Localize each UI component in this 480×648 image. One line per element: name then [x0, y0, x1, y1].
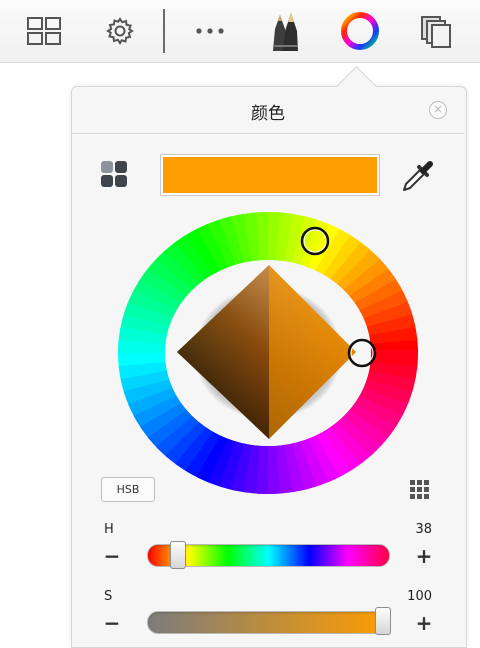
settings-button[interactable]	[98, 0, 142, 62]
hue-slider-label: H	[104, 522, 114, 537]
panel-header: 颜色 ×	[72, 87, 464, 134]
saturation-increase-button[interactable]: +	[414, 611, 434, 635]
color-button[interactable]	[336, 0, 384, 62]
eyedropper-icon	[403, 161, 433, 191]
gear-icon	[106, 17, 134, 45]
swatches-button[interactable]	[100, 160, 128, 192]
dot-grid-icon	[410, 480, 429, 499]
color-mode-button[interactable]: HSB	[101, 477, 155, 502]
current-color-fill	[163, 157, 377, 193]
saturation-slider-track[interactable]	[147, 611, 390, 634]
hue-increase-button[interactable]: +	[414, 544, 434, 568]
swatch-grid-icon	[101, 161, 127, 187]
palette-grid-button[interactable]	[409, 479, 431, 505]
top-toolbar	[0, 0, 480, 63]
more-button[interactable]	[190, 0, 230, 62]
more-icon	[196, 28, 224, 34]
saturation-decrease-button[interactable]: −	[102, 611, 122, 635]
color-wheel[interactable]	[118, 212, 419, 495]
hue-slider-value: 38	[415, 522, 432, 537]
color-wheel-icon	[341, 12, 379, 50]
layers-icon	[421, 16, 451, 48]
saturation-slider-thumb[interactable]	[375, 607, 391, 635]
close-button[interactable]: ×	[429, 101, 447, 119]
brushes-button[interactable]	[262, 0, 306, 62]
toolbar-divider	[163, 9, 165, 53]
layout-button[interactable]	[20, 0, 68, 62]
saturation-slider-value: 100	[407, 589, 432, 604]
panel-title: 颜色	[251, 104, 285, 124]
saturation-slider-label: S	[104, 589, 113, 604]
current-color-swatch[interactable]	[160, 154, 380, 196]
brush-tools-icon	[273, 13, 298, 51]
layout-grid-icon	[27, 17, 61, 45]
hue-decrease-button[interactable]: −	[102, 544, 122, 568]
hue-slider-thumb[interactable]	[170, 541, 186, 569]
layers-button[interactable]	[414, 0, 458, 62]
eyedropper-button[interactable]	[400, 158, 436, 198]
